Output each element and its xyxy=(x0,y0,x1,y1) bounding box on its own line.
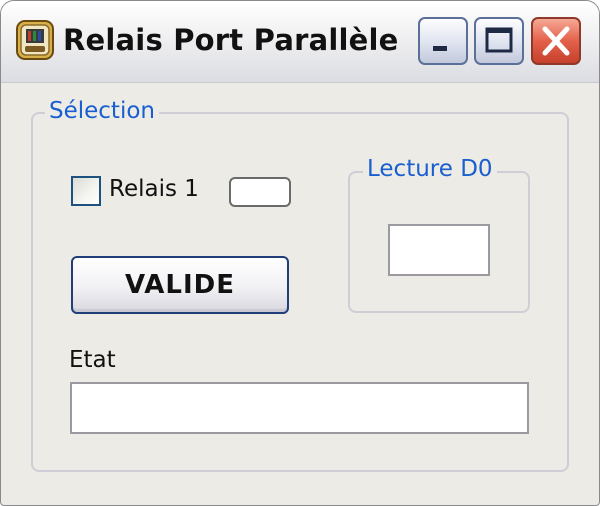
selection-groupbox-legend: Sélection xyxy=(45,98,159,124)
window-title: Relais Port Parallèle xyxy=(63,23,399,57)
app-window: Relais Port Parallèle Sélection Relais 1… xyxy=(0,0,600,506)
etat-label: Etat xyxy=(69,347,116,373)
window-client-area: Sélection Relais 1 VALIDE Lecture D0 Eta… xyxy=(11,84,589,500)
relais-1-checkbox-label[interactable]: Relais 1 xyxy=(109,176,199,202)
relais-1-checkbox[interactable] xyxy=(71,176,101,206)
maximize-icon xyxy=(485,27,513,53)
etat-field[interactable] xyxy=(70,382,529,434)
minimize-icon xyxy=(433,46,447,51)
lecture-d0-groupbox-legend: Lecture D0 xyxy=(363,156,497,182)
maximize-button[interactable] xyxy=(474,17,524,65)
minimize-button[interactable] xyxy=(418,17,468,65)
valide-button[interactable]: VALIDE xyxy=(71,256,289,314)
close-icon xyxy=(542,26,570,56)
title-bar[interactable]: Relais Port Parallèle xyxy=(1,1,599,83)
relais-1-state-indicator xyxy=(229,177,291,207)
parallel-port-app-icon[interactable] xyxy=(15,19,55,61)
lecture-d0-value-box xyxy=(388,224,490,276)
close-button[interactable] xyxy=(531,17,581,65)
